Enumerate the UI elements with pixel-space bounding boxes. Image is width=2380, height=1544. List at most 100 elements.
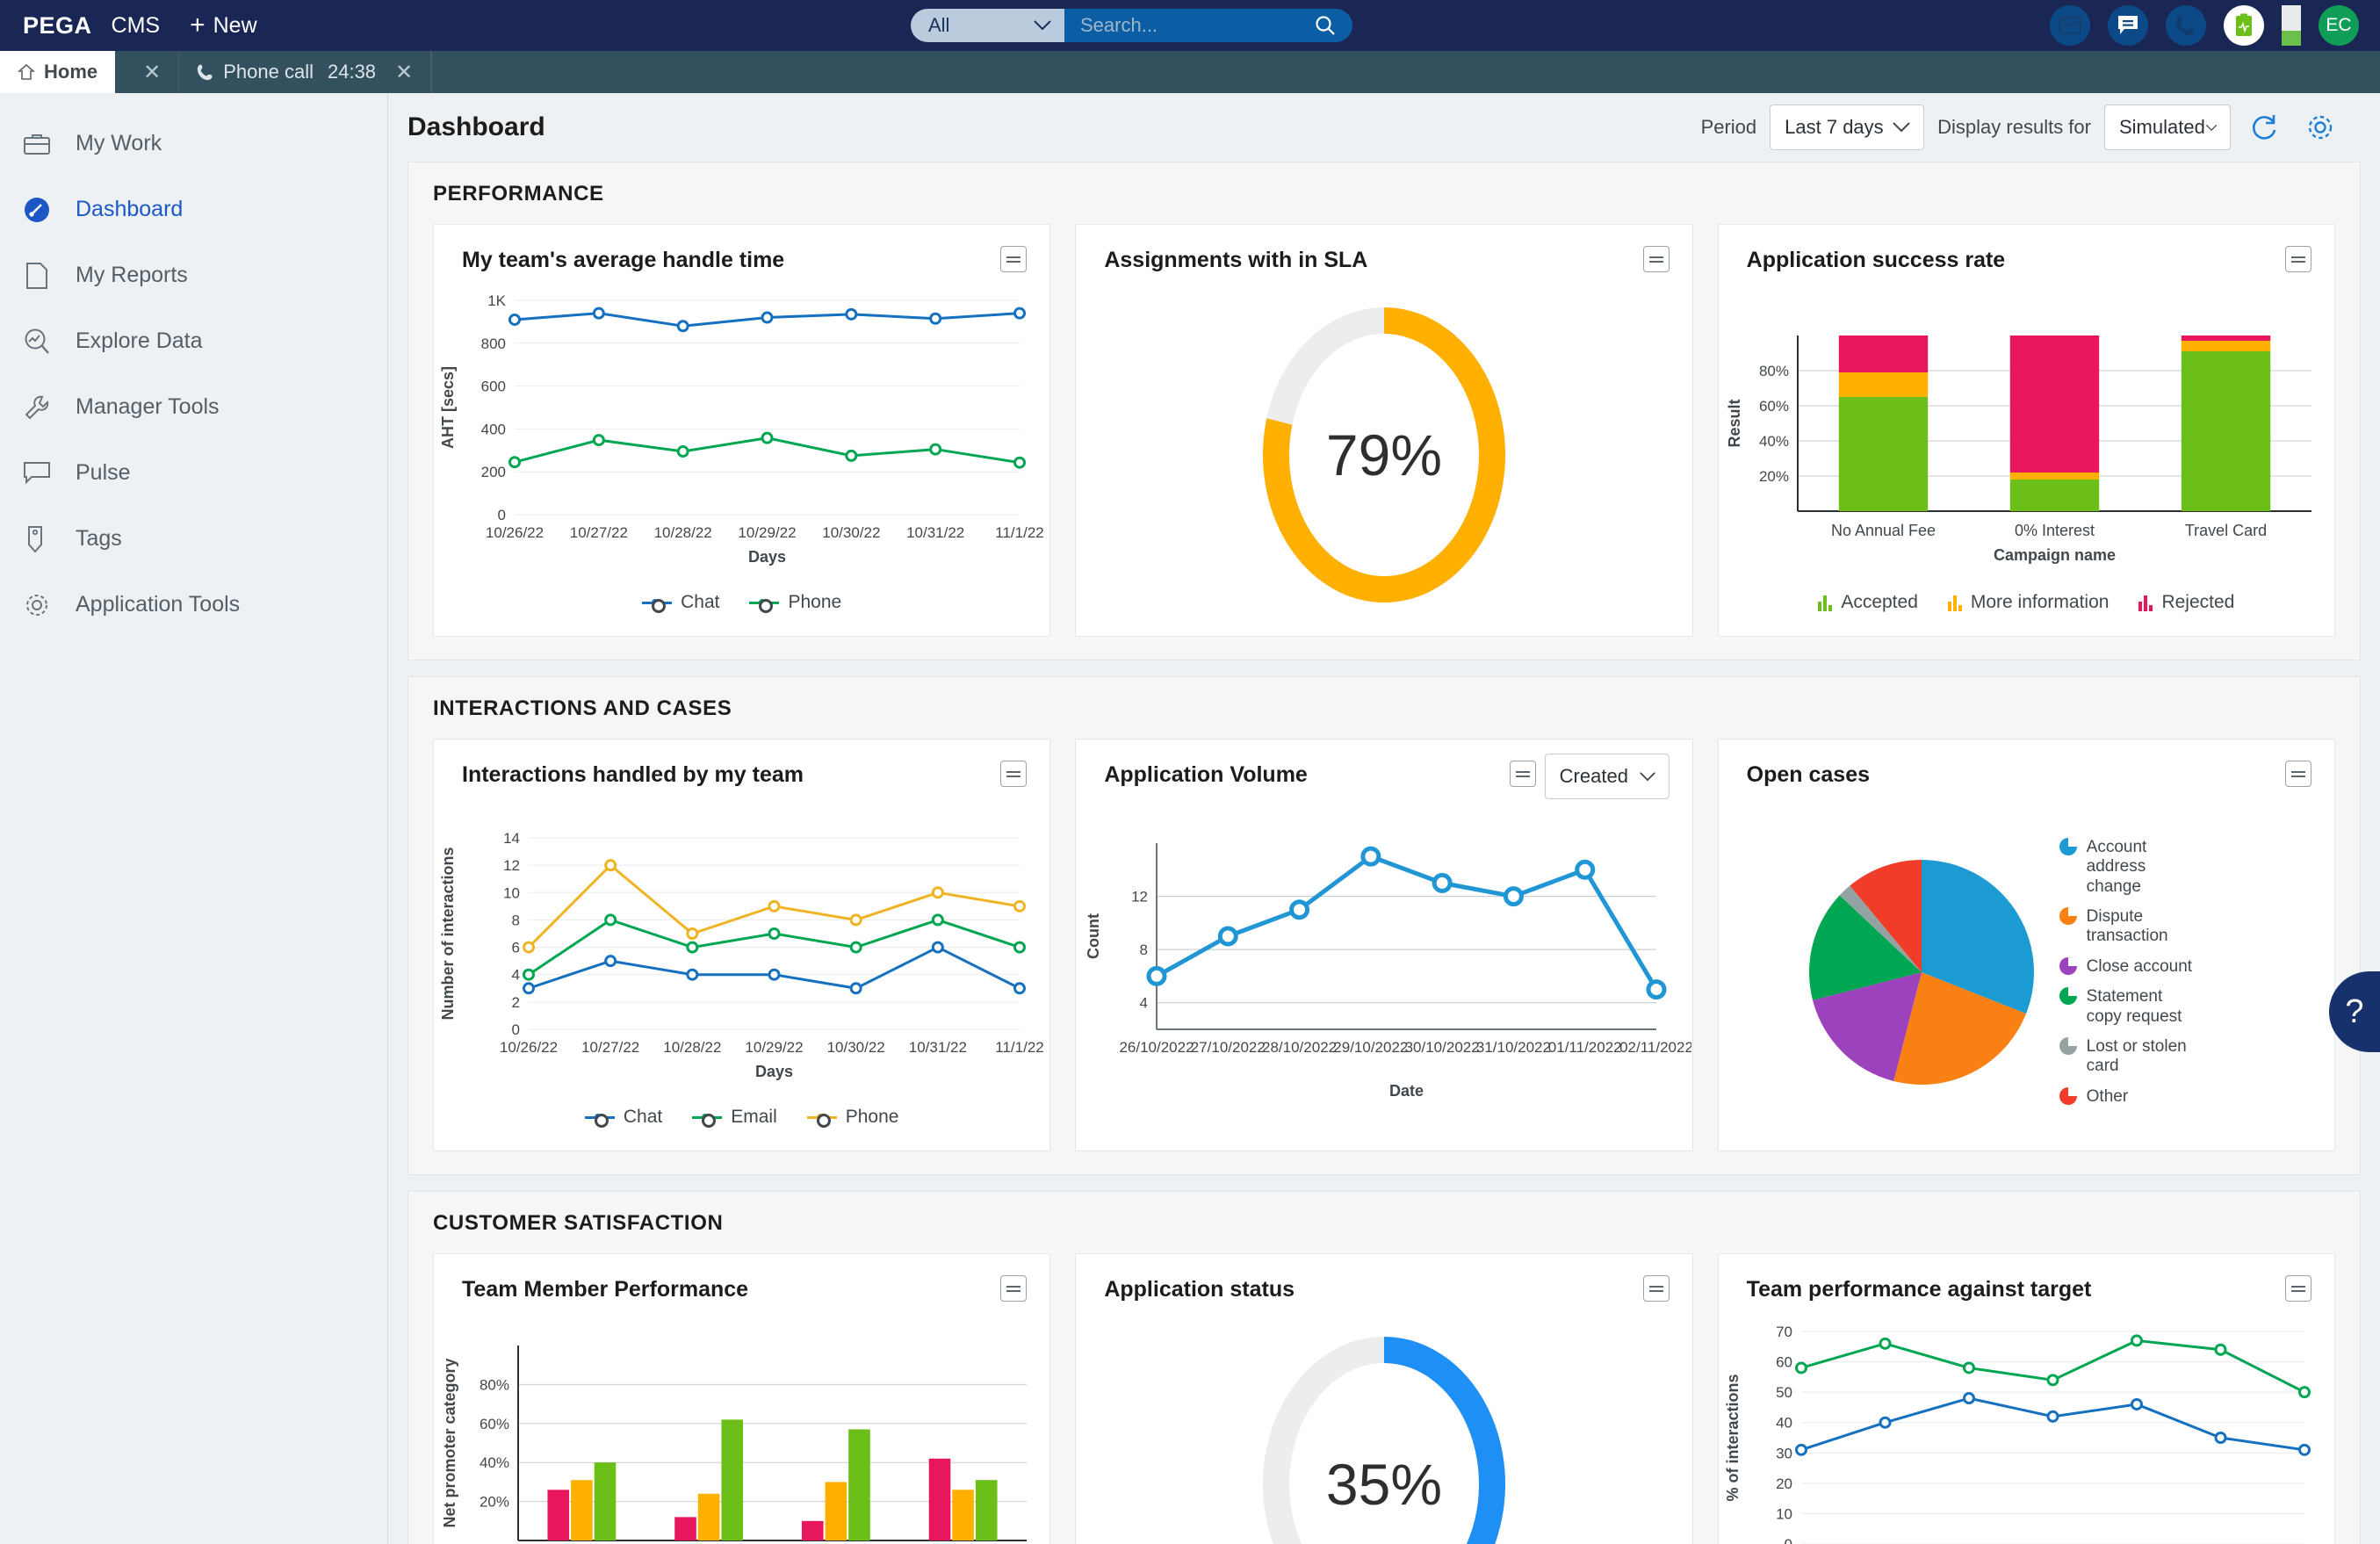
display-results-select[interactable]: Simulated xyxy=(2104,105,2231,150)
legend-dot xyxy=(594,1113,602,1121)
new-button-label: New xyxy=(213,12,257,38)
tab-home-close[interactable]: ✕ xyxy=(115,51,180,93)
legend-label: More information xyxy=(1970,592,2110,612)
legend-pie-marker xyxy=(2059,906,2077,925)
card-menu-button[interactable] xyxy=(1509,761,1536,787)
svg-text:0: 0 xyxy=(512,1021,520,1038)
card-menu-button[interactable] xyxy=(2284,1275,2311,1302)
legend-label: Chat xyxy=(681,592,720,612)
chart-team-performance-against-target: 01020304050607010/26/2210/27/2210/28/221… xyxy=(1719,1317,2334,1544)
legend-item[interactable]: Phone xyxy=(806,1107,898,1128)
legend-item[interactable]: Lost or stolen card xyxy=(2059,1037,2200,1077)
wrench-icon xyxy=(19,390,54,425)
phone-icon xyxy=(198,64,213,81)
legend-item[interactable]: Rejected xyxy=(2138,592,2234,613)
svg-text:AHT [secs]: AHT [secs] xyxy=(439,366,457,449)
legend-item[interactable]: Email xyxy=(692,1107,777,1128)
legend-item[interactable]: Account address change xyxy=(2059,837,2200,897)
sidebar-item-my-reports[interactable]: My Reports xyxy=(0,242,387,308)
legend-item[interactable]: Statement copy request xyxy=(2059,987,2200,1027)
sidebar-item-my-work[interactable]: My Work xyxy=(0,111,387,177)
settings-button[interactable] xyxy=(2299,106,2341,148)
chart-team-member-performance: 20%40%60%80%ChatEmailPhoneOtherNet promo… xyxy=(434,1317,1049,1544)
new-button[interactable]: + New xyxy=(190,12,257,39)
avatar[interactable]: EC xyxy=(2319,5,2359,46)
search-scope-dropdown[interactable]: All xyxy=(911,9,1064,42)
svg-text:Days: Days xyxy=(748,548,786,566)
svg-text:8: 8 xyxy=(512,912,520,928)
search-input[interactable] xyxy=(1080,14,1300,37)
svg-text:26/10/2022: 26/10/2022 xyxy=(1120,1039,1194,1056)
legend-pie-marker xyxy=(2059,1037,2077,1056)
chevron-down-icon xyxy=(1639,771,1655,781)
sidebar-item-application-tools[interactable]: Application Tools xyxy=(0,572,387,638)
tag-icon xyxy=(19,522,54,557)
section-title: INTERACTIONS AND CASES xyxy=(433,696,732,720)
legend-item[interactable]: Phone xyxy=(749,592,841,613)
legend-label: Rejected xyxy=(2161,592,2235,612)
svg-text:No Annual Fee: No Annual Fee xyxy=(1831,522,1936,539)
tab-phone-call[interactable]: Phone call 24:38 ✕ xyxy=(179,51,432,93)
phone-icon[interactable] xyxy=(2166,5,2206,46)
card-title: Team performance against target xyxy=(1746,1277,2092,1302)
close-icon[interactable]: ✕ xyxy=(395,60,413,85)
card-title: Application success rate xyxy=(1746,248,2006,272)
card-menu-button[interactable] xyxy=(1000,1275,1028,1302)
card-menu-button[interactable] xyxy=(1000,761,1028,787)
svg-text:27/10/2022: 27/10/2022 xyxy=(1191,1039,1266,1056)
legend-item[interactable]: Chat xyxy=(584,1107,663,1128)
application-volume-metric-select[interactable]: Created xyxy=(1544,754,1670,799)
briefcase-icon xyxy=(19,126,54,162)
card-menu-button[interactable] xyxy=(2284,761,2311,787)
svg-text:10/26/22: 10/26/22 xyxy=(486,524,544,541)
search-icon[interactable] xyxy=(1314,14,1337,37)
clipboard-pulse-icon[interactable] xyxy=(2224,5,2264,46)
legend-pie-marker xyxy=(2059,956,2077,975)
dashboard-icon xyxy=(19,192,54,227)
dashboard-header: Dashboard Period Last 7 days Display res… xyxy=(388,93,2380,162)
legend-item[interactable]: Accepted xyxy=(1818,592,1918,613)
pega-logo: PEGA xyxy=(23,11,92,39)
main-content: Dashboard Period Last 7 days Display res… xyxy=(388,93,2380,1544)
svg-text:14: 14 xyxy=(503,830,520,847)
card-title: Open cases xyxy=(1746,762,1871,787)
card-menu-button[interactable] xyxy=(1642,246,1670,272)
sidebar-item-explore-data[interactable]: Explore Data xyxy=(0,308,387,374)
card-application-success-rate: Application success rate 20% 40% 60% 80% No … xyxy=(1717,224,2335,637)
refresh-button[interactable] xyxy=(2244,106,2286,148)
legend-item[interactable]: More information xyxy=(1947,592,2110,613)
chart-interactions-handled: 0 2 4 6 8 10 12 14 10/26/22 10/27/22 10/28/22 10/29… xyxy=(434,803,1049,1142)
chat-icon[interactable] xyxy=(2108,5,2148,46)
svg-text:Days: Days xyxy=(755,1063,793,1080)
legend-item[interactable]: Other xyxy=(2059,1086,2200,1107)
svg-text:60%: 60% xyxy=(1759,398,1789,415)
card-menu-button[interactable] xyxy=(1000,246,1028,272)
chart-application-success-rate: 20% 40% 60% 80% No Annual Fee 0% Interest Trav… xyxy=(1719,288,2334,627)
svg-text:0: 0 xyxy=(498,507,506,523)
svg-text:Number of interactions: Number of interactions xyxy=(439,847,457,1020)
card-title: Assignments with in SLA xyxy=(1104,248,1368,272)
svg-text:12: 12 xyxy=(503,857,520,874)
legend-label: Chat xyxy=(623,1107,663,1127)
sidebar-item-dashboard[interactable]: Dashboard xyxy=(0,177,387,242)
legend-item[interactable]: Chat xyxy=(642,592,719,613)
period-select[interactable]: Last 7 days xyxy=(1770,105,1925,150)
sidebar-item-label: Manager Tools xyxy=(76,394,220,419)
tab-home[interactable]: Home xyxy=(0,51,116,93)
legend-item[interactable]: Dispute transaction xyxy=(2059,906,2200,947)
card-menu-button[interactable] xyxy=(1642,1275,1670,1302)
legend-item[interactable]: Close account xyxy=(2059,956,2200,977)
svg-text:8: 8 xyxy=(1140,942,1148,958)
svg-text:10/29/22: 10/29/22 xyxy=(738,524,796,541)
sidebar-item-tags[interactable]: Tags xyxy=(0,506,387,572)
sidebar-item-pulse[interactable]: Pulse xyxy=(0,440,387,506)
battery-icon[interactable] xyxy=(2282,5,2301,46)
mail-icon[interactable] xyxy=(2050,5,2090,46)
card-menu-button[interactable] xyxy=(2284,246,2311,272)
svg-text:29/10/2022: 29/10/2022 xyxy=(1334,1039,1409,1056)
period-value: Last 7 days xyxy=(1785,116,1884,138)
sidebar-item-manager-tools[interactable]: Manager Tools xyxy=(0,374,387,440)
svg-text:10/27/22: 10/27/22 xyxy=(570,524,628,541)
legend-label: Close account xyxy=(2086,956,2193,976)
pulse-icon xyxy=(19,456,54,491)
